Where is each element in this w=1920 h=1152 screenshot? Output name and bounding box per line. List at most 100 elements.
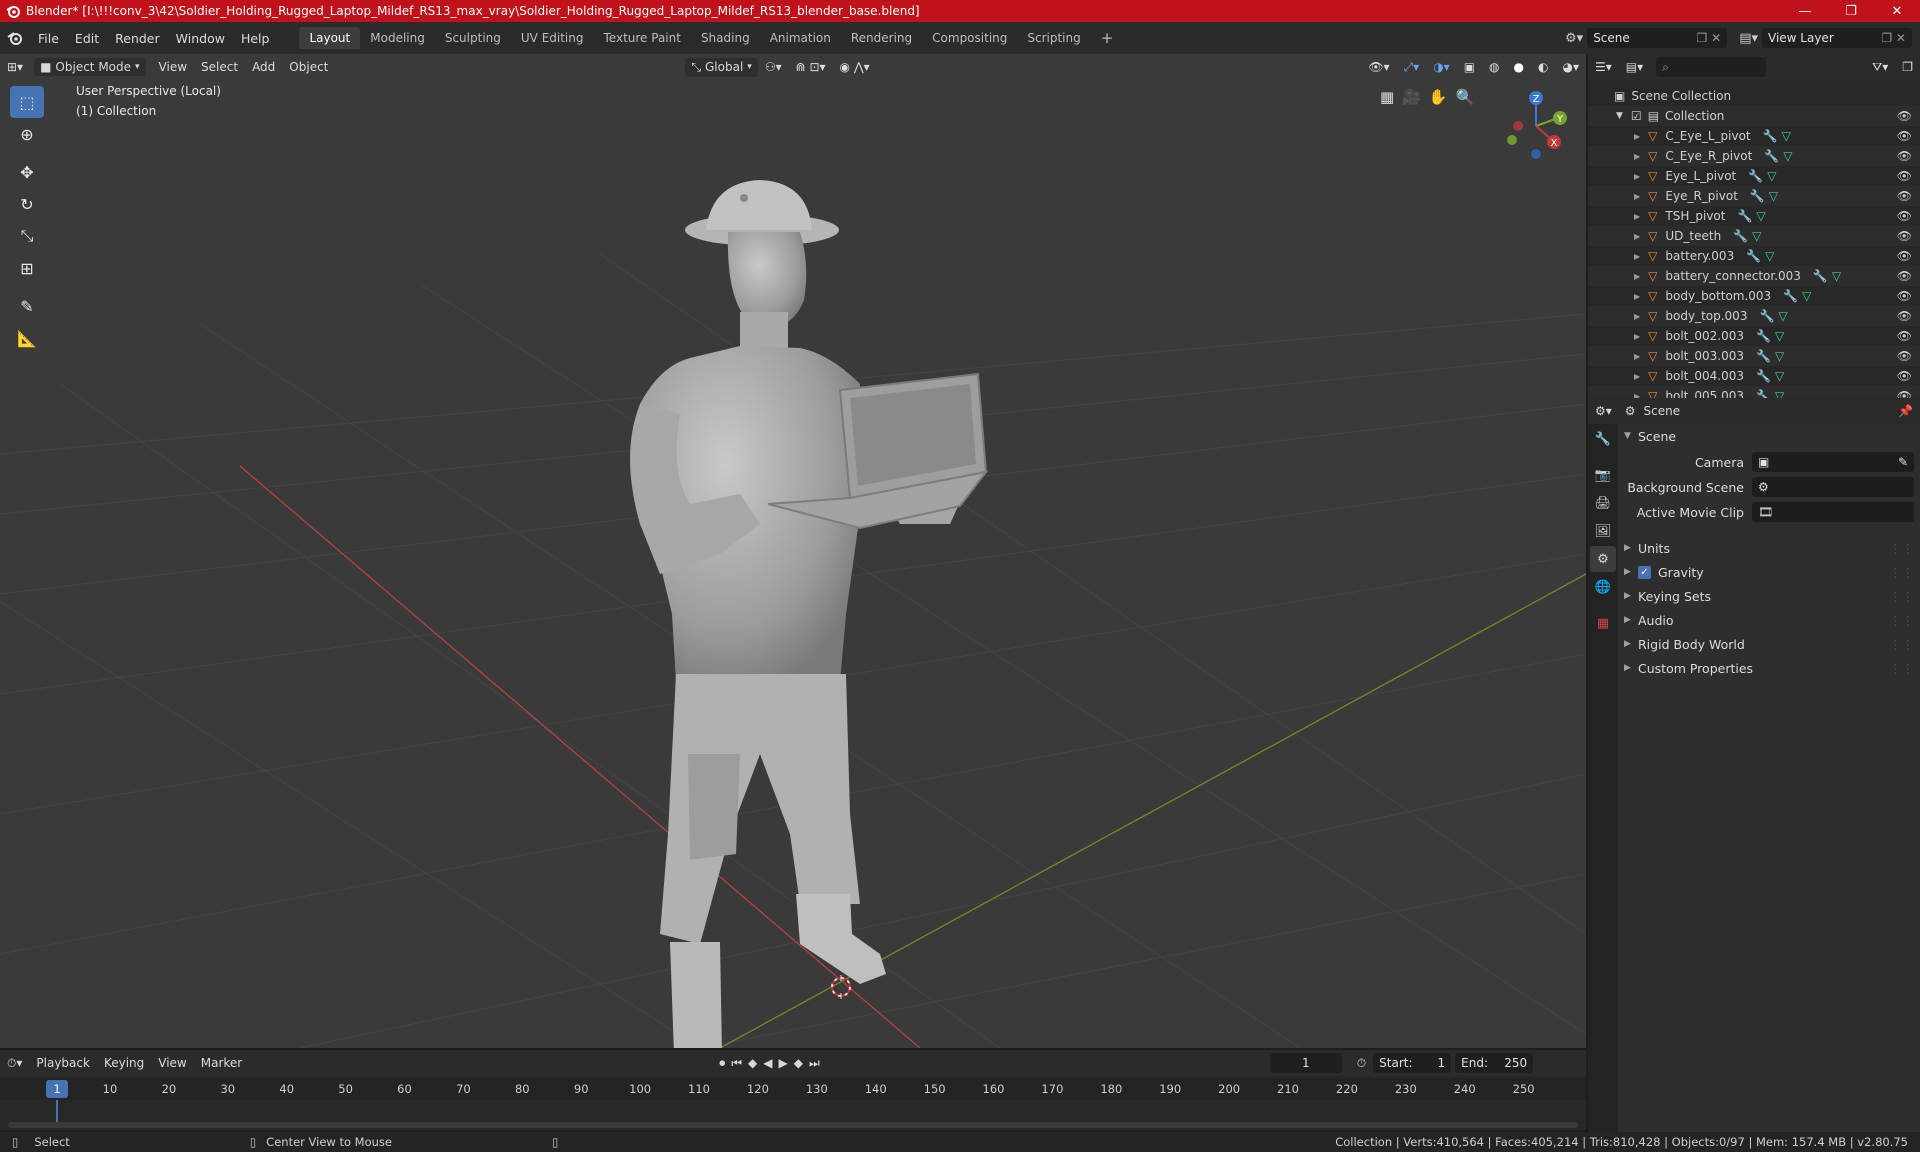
drag-handle-icon[interactable]: ⋮⋮ <box>1889 565 1914 580</box>
tab-shading[interactable]: Shading <box>691 27 760 49</box>
eye-icon[interactable]: 👁 <box>1897 209 1912 223</box>
eye-icon[interactable]: 👁 <box>1897 369 1912 383</box>
expand-arrow-icon[interactable]: ▶ <box>1634 272 1640 281</box>
mesh-data-icon[interactable]: ▽ <box>1783 149 1792 163</box>
timeline-editor-icon[interactable]: ⏱▾ <box>0 1056 29 1071</box>
eye-icon[interactable]: 👁 <box>1897 129 1912 143</box>
scale-tool-icon[interactable]: ⤡ <box>10 220 44 252</box>
expand-arrow-icon[interactable]: ▶ <box>1634 372 1640 381</box>
blender-menu-icon[interactable] <box>0 30 30 46</box>
next-keyframe-icon[interactable]: ◆ <box>794 1056 803 1071</box>
jump-start-icon[interactable]: ⏮ <box>731 1056 742 1071</box>
modifier-icon[interactable]: 🔧 <box>1737 209 1752 223</box>
menu-keying[interactable]: Keying <box>97 1056 151 1070</box>
eye-icon[interactable]: 👁 <box>1897 229 1912 243</box>
modifier-icon[interactable]: 🔧 <box>1783 289 1798 303</box>
world-tab-icon[interactable]: 🌐 <box>1590 574 1616 600</box>
eye-icon[interactable]: 👁 <box>1897 349 1912 363</box>
menu-add[interactable]: Add <box>245 60 282 74</box>
section-units[interactable]: ▶ Units ⋮⋮ <box>1624 536 1914 560</box>
maximize-button[interactable]: ❐ <box>1828 0 1874 22</box>
scene-panel-header[interactable]: ▼ Scene <box>1624 424 1914 448</box>
outliner-object-row[interactable]: ▶ ▽ Eye_L_pivot 🔧 ▽ 👁 <box>1588 166 1920 186</box>
jump-end-icon[interactable]: ⏭ <box>809 1056 820 1071</box>
exclude-checkbox-icon[interactable]: ☑ <box>1631 109 1642 123</box>
mesh-data-icon[interactable]: ▽ <box>1756 209 1765 223</box>
menu-view[interactable]: View <box>152 60 194 74</box>
menu-help[interactable]: Help <box>233 31 278 46</box>
active-movie-clip-field[interactable]: 🎞 <box>1752 502 1914 522</box>
timeline-ruler[interactable]: 1 10 20 30 40 50 60 70 80 90 100 110 120 130 140 150 160… <box>0 1078 1586 1124</box>
expand-arrow-icon[interactable]: ▶ <box>1634 292 1640 301</box>
rendered-shading-icon[interactable]: ◕▾ <box>1556 60 1587 74</box>
mesh-data-icon[interactable]: ▽ <box>1775 329 1784 343</box>
move-tool-icon[interactable]: ✥ <box>10 156 44 188</box>
view-layer-new-icon[interactable]: ❐ ✕ <box>1881 31 1906 45</box>
mesh-data-icon[interactable]: ▽ <box>1832 269 1841 283</box>
outliner-object-row[interactable]: ▶ ▽ bolt_003.003 🔧 ▽ 👁 <box>1588 346 1920 366</box>
render-tab-icon[interactable]: 📷 <box>1590 462 1616 488</box>
camera-view-icon[interactable]: 🎥 <box>1402 88 1421 106</box>
output-tab-icon[interactable]: 🖨 <box>1590 490 1616 516</box>
modifier-icon[interactable]: 🔧 <box>1756 349 1771 363</box>
tab-compositing[interactable]: Compositing <box>922 27 1017 49</box>
visibility-icon[interactable]: 👁▾ <box>1361 60 1396 74</box>
record-icon[interactable]: ⏺ <box>719 1056 725 1071</box>
tab-animation[interactable]: Animation <box>760 27 841 49</box>
eyedropper-icon[interactable]: ✎ <box>1898 455 1908 469</box>
gravity-checkbox[interactable]: ✓ <box>1638 565 1651 579</box>
mesh-data-icon[interactable]: ▽ <box>1775 349 1784 363</box>
outliner-collection[interactable]: ▼ ☑ ▤ Collection 👁 <box>1588 106 1920 126</box>
drag-handle-icon[interactable]: ⋮⋮ <box>1889 637 1914 652</box>
collapse-arrow-icon[interactable]: ▼ <box>1616 111 1623 121</box>
view-layer-tab-icon[interactable]: 🖼 <box>1590 518 1616 544</box>
mesh-data-icon[interactable]: ▽ <box>1765 249 1774 263</box>
section-custom-properties[interactable]: ▶ Custom Properties ⋮⋮ <box>1624 656 1914 680</box>
tab-uv-editing[interactable]: UV Editing <box>511 27 594 49</box>
new-collection-icon[interactable]: ❐ <box>1895 60 1920 74</box>
outliner-object-row[interactable]: ▶ ▽ battery.003 🔧 ▽ 👁 <box>1588 246 1920 266</box>
expand-arrow-icon[interactable]: ▶ <box>1634 212 1640 221</box>
viewport-scene[interactable] <box>0 54 1586 1048</box>
menu-object[interactable]: Object <box>282 60 335 74</box>
drag-handle-icon[interactable]: ⋮⋮ <box>1889 613 1914 628</box>
solid-shading-icon[interactable]: ● <box>1507 60 1531 74</box>
modifier-icon[interactable]: 🔧 <box>1750 189 1765 203</box>
outliner-search-field[interactable]: ⌕ <box>1656 57 1767 77</box>
mesh-data-icon[interactable]: ▽ <box>1752 229 1761 243</box>
outliner-object-row[interactable]: ▶ ▽ body_top.003 🔧 ▽ 👁 <box>1588 306 1920 326</box>
outliner-object-row[interactable]: ▶ ▽ C_Eye_R_pivot 🔧 ▽ 👁 <box>1588 146 1920 166</box>
timeline-scrollbar[interactable] <box>8 1122 1578 1128</box>
tab-sculpting[interactable]: Sculpting <box>435 27 511 49</box>
expand-arrow-icon[interactable]: ▶ <box>1634 352 1640 361</box>
menu-render[interactable]: Render <box>107 31 168 46</box>
stopwatch-icon[interactable]: ⏱ <box>1350 1056 1373 1071</box>
outliner-object-row[interactable]: ▶ ▽ Eye_R_pivot 🔧 ▽ 👁 <box>1588 186 1920 206</box>
xray-toggle-icon[interactable]: ▣ <box>1457 60 1482 74</box>
start-frame-field[interactable]: Start: 1 <box>1373 1053 1452 1073</box>
texture-tab-icon[interactable]: ▦ <box>1590 610 1616 636</box>
expand-arrow-icon[interactable]: ▶ <box>1634 332 1640 341</box>
expand-arrow-icon[interactable]: ▶ <box>1634 132 1640 141</box>
gizmo-toggle-icon[interactable]: ⤢▾ <box>1397 60 1427 75</box>
material-shading-icon[interactable]: ◐ <box>1531 60 1555 74</box>
transform-tool-icon[interactable]: ⊞ <box>10 252 44 284</box>
menu-file[interactable]: File <box>30 31 67 46</box>
drag-handle-icon[interactable]: ⋮⋮ <box>1889 589 1914 604</box>
modifier-icon[interactable]: 🔧 <box>1748 169 1763 183</box>
display-mode-icon[interactable]: ▤▾ <box>1619 60 1650 74</box>
zoom-icon[interactable]: 🔍 <box>1456 88 1475 106</box>
mesh-data-icon[interactable]: ▽ <box>1782 129 1791 143</box>
outliner-object-row[interactable]: ▶ ▽ body_bottom.003 🔧 ▽ 👁 <box>1588 286 1920 306</box>
current-frame-field[interactable]: 1 <box>1269 1053 1342 1073</box>
eye-icon[interactable]: 👁 <box>1897 149 1912 163</box>
outliner-object-row[interactable]: ▶ ▽ TSH_pivot 🔧 ▽ 👁 <box>1588 206 1920 226</box>
outliner-object-row[interactable]: ▶ ▽ C_Eye_L_pivot 🔧 ▽ 👁 <box>1588 126 1920 146</box>
menu-marker[interactable]: Marker <box>194 1056 249 1070</box>
menu-select[interactable]: Select <box>194 60 245 74</box>
editor-type-icon[interactable]: ⊞▾ <box>0 60 30 74</box>
mesh-data-icon[interactable]: ▽ <box>1767 169 1776 183</box>
overlay-toggle-icon[interactable]: ◑▾ <box>1426 60 1457 74</box>
outliner-editor-icon[interactable]: ☰▾ <box>1588 60 1619 74</box>
prev-keyframe-icon[interactable]: ◆ <box>748 1056 757 1071</box>
